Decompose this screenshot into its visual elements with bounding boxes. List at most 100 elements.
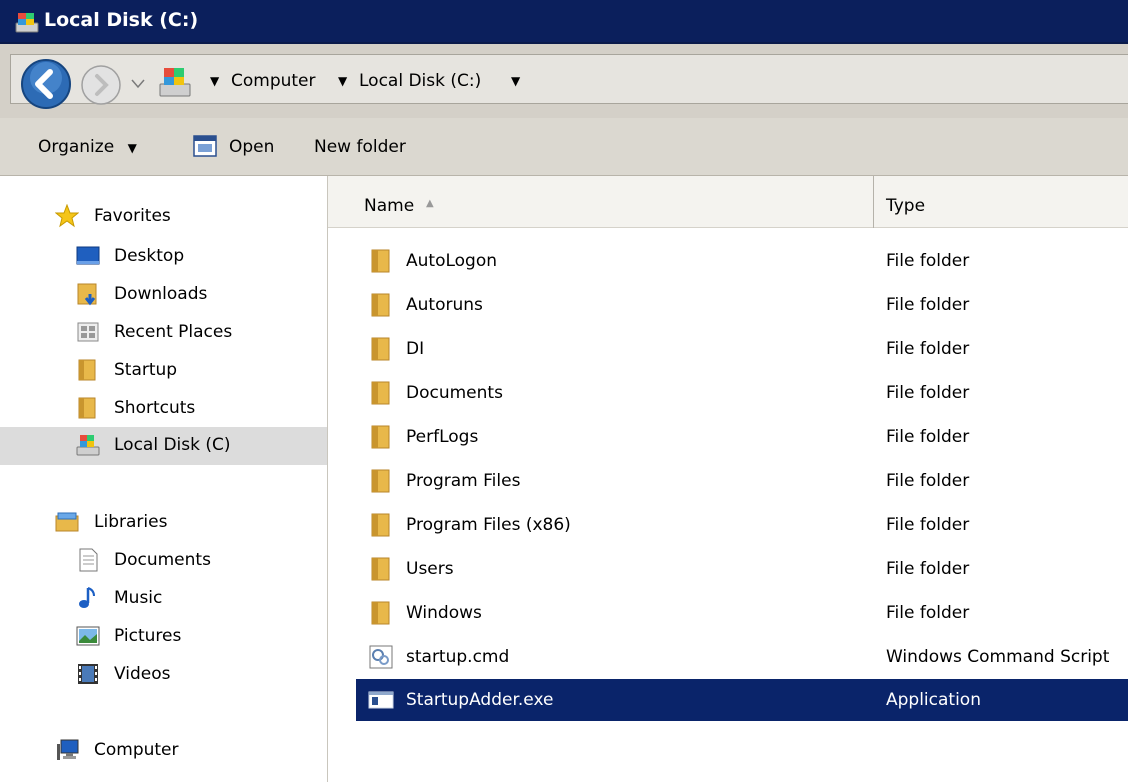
- file-row[interactable]: Autoruns File folder: [356, 284, 1128, 326]
- drive-icon: [159, 68, 191, 97]
- nav-libraries[interactable]: Libraries: [0, 504, 327, 542]
- nav-item-pictures[interactable]: Pictures: [0, 618, 327, 656]
- breadcrumb-arrow-icon[interactable]: ▼: [511, 74, 520, 88]
- dropdown-arrow-icon: ▼: [127, 141, 137, 155]
- breadcrumb-arrow-icon[interactable]: ▼: [338, 74, 347, 88]
- file-row[interactable]: startup.cmd Windows Command Script: [356, 636, 1128, 678]
- file-name: StartupAdder.exe: [406, 690, 554, 710]
- file-row-selected[interactable]: StartupAdder.exe Application: [356, 679, 1128, 721]
- folder-icon: [371, 337, 390, 361]
- file-name: Documents: [406, 383, 503, 403]
- file-type: File folder: [886, 471, 970, 491]
- drive-icon: [76, 435, 100, 456]
- organize-button[interactable]: Organize ▼: [38, 137, 137, 157]
- forward-button[interactable]: [80, 64, 122, 106]
- file-name: startup.cmd: [406, 647, 510, 667]
- breadcrumb-computer[interactable]: Computer: [231, 71, 316, 91]
- column-header: Name ▲ Type: [328, 176, 1128, 228]
- file-row[interactable]: PerfLogs File folder: [356, 416, 1128, 458]
- file-row[interactable]: Documents File folder: [356, 372, 1128, 414]
- nav-item-videos[interactable]: Videos: [0, 656, 327, 694]
- file-type: File folder: [886, 295, 970, 315]
- file-type: File folder: [886, 251, 970, 271]
- file-row[interactable]: DI File folder: [356, 328, 1128, 370]
- file-type: File folder: [886, 427, 970, 447]
- breadcrumb-arrow-icon[interactable]: ▼: [210, 74, 219, 88]
- folder-icon: [371, 381, 390, 405]
- column-divider[interactable]: [873, 176, 874, 228]
- nav-item-documents[interactable]: Documents: [0, 542, 327, 580]
- organize-label: Organize: [38, 137, 115, 157]
- recent-places-icon: [77, 322, 99, 342]
- file-name: AutoLogon: [406, 251, 498, 271]
- file-row[interactable]: AutoLogon File folder: [356, 240, 1128, 282]
- file-type: File folder: [886, 383, 970, 403]
- downloads-folder-icon: [77, 283, 97, 306]
- nav-item-shortcuts[interactable]: Shortcuts: [0, 390, 327, 428]
- script-file-icon: [369, 645, 393, 669]
- nav-item-label: Local Disk (C): [114, 435, 231, 455]
- application-icon: [368, 691, 394, 709]
- recent-pages-chevron-icon[interactable]: [130, 78, 146, 90]
- file-name: DI: [406, 339, 425, 359]
- file-type: Windows Command Script: [886, 647, 1110, 667]
- libraries-icon: [55, 512, 79, 532]
- file-type: Application: [886, 690, 981, 710]
- nav-item-desktop[interactable]: Desktop: [0, 238, 327, 276]
- column-type-header[interactable]: Type: [886, 196, 925, 216]
- file-name: Windows: [406, 603, 482, 623]
- file-name: Program Files: [406, 471, 521, 491]
- nav-item-label: Recent Places: [114, 322, 233, 342]
- file-row[interactable]: Users File folder: [356, 548, 1128, 590]
- breadcrumb-local-disk[interactable]: Local Disk (C:): [359, 71, 481, 91]
- computer-icon: [57, 739, 79, 760]
- folder-icon: [371, 513, 390, 537]
- nav-item-label: Documents: [114, 550, 211, 570]
- nav-item-recent-places[interactable]: Recent Places: [0, 314, 327, 352]
- desktop-icon: [76, 246, 100, 265]
- file-row[interactable]: Program Files File folder: [356, 460, 1128, 502]
- nav-item-label: Shortcuts: [114, 398, 196, 418]
- file-name: Users: [406, 559, 454, 579]
- folder-icon: [371, 293, 390, 317]
- nav-item-label: Videos: [114, 664, 171, 684]
- folder-icon: [78, 397, 96, 419]
- open-button[interactable]: Open: [229, 137, 274, 157]
- file-row[interactable]: Program Files (x86) File folder: [356, 504, 1128, 546]
- file-name: PerfLogs: [406, 427, 479, 447]
- file-row[interactable]: Windows File folder: [356, 592, 1128, 634]
- folder-icon: [371, 557, 390, 581]
- nav-item-label: Music: [114, 588, 163, 608]
- back-button[interactable]: [20, 58, 72, 110]
- nav-item-music[interactable]: Music: [0, 580, 327, 618]
- folder-icon: [371, 469, 390, 493]
- folder-icon: [78, 359, 96, 381]
- nav-computer[interactable]: Computer: [0, 732, 327, 770]
- sort-ascending-icon: ▲: [426, 198, 434, 209]
- nav-favorites[interactable]: Favorites: [0, 198, 327, 236]
- open-icon[interactable]: [193, 134, 217, 158]
- file-type: File folder: [886, 603, 970, 623]
- nav-item-local-disk[interactable]: Local Disk (C): [0, 427, 327, 465]
- navigation-pane: Favorites Desktop Downloads Recent Place…: [0, 176, 328, 782]
- file-name: Program Files (x86): [406, 515, 571, 535]
- nav-item-downloads[interactable]: Downloads: [0, 276, 327, 314]
- nav-item-label: Startup: [114, 360, 178, 380]
- nav-computer-label: Computer: [94, 740, 179, 760]
- pictures-icon: [76, 626, 100, 646]
- file-type: File folder: [886, 339, 970, 359]
- folder-icon: [371, 249, 390, 273]
- column-name-header[interactable]: Name: [364, 196, 414, 216]
- file-type: File folder: [886, 515, 970, 535]
- address-bar-area: ▼ Computer ▼ Local Disk (C:) ▼: [0, 44, 1128, 118]
- nav-item-startup[interactable]: Startup: [0, 352, 327, 390]
- nav-favorites-label: Favorites: [94, 206, 171, 226]
- folder-icon: [371, 425, 390, 449]
- nav-item-label: Downloads: [114, 284, 208, 304]
- drive-icon: [15, 13, 39, 33]
- folder-icon: [371, 601, 390, 625]
- nav-libraries-label: Libraries: [94, 512, 168, 532]
- new-folder-button[interactable]: New folder: [314, 137, 406, 157]
- command-bar: Organize ▼ Open New folder: [0, 118, 1128, 176]
- title-bar[interactable]: Local Disk (C:): [0, 0, 1128, 44]
